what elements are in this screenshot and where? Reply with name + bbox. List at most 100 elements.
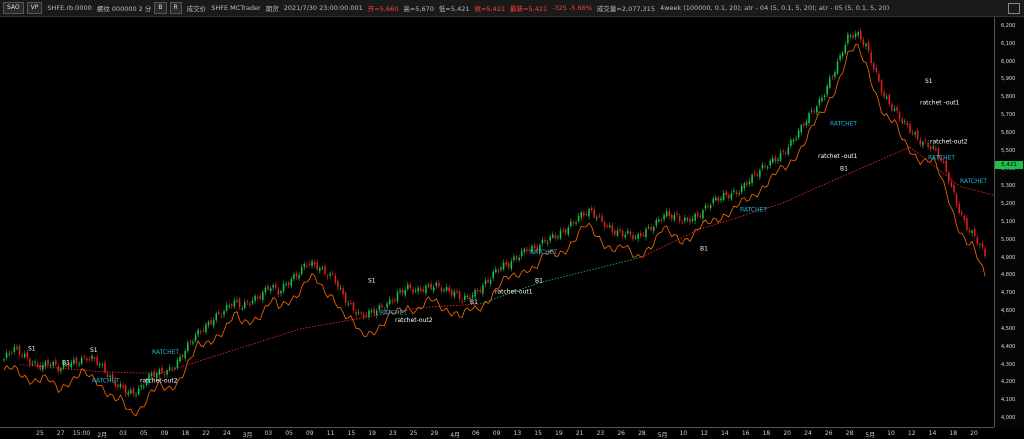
toolbar-button-vp[interactable]: VP <box>26 2 43 14</box>
candle-body <box>414 290 417 292</box>
signal-annotation: RATCHET <box>740 206 767 213</box>
candle-body <box>681 222 683 224</box>
candle-body <box>347 303 350 305</box>
candle-body <box>898 112 901 120</box>
time-axis-label: 25 <box>409 430 418 437</box>
candle-body <box>42 364 44 370</box>
candle-body <box>44 361 47 367</box>
candle-body <box>492 271 495 279</box>
price-axis-label: 5,900 <box>1001 76 1016 83</box>
time-axis-label: 10 <box>679 430 688 437</box>
candle-body <box>932 146 935 149</box>
candle-body <box>580 212 583 218</box>
candle-body <box>668 210 671 216</box>
candle-body <box>862 40 865 45</box>
candle-body <box>753 173 756 175</box>
candle-body <box>212 320 215 326</box>
time-axis-label: 28 <box>638 430 646 437</box>
candle-body <box>546 242 549 244</box>
candle-body <box>363 314 365 318</box>
time-axis[interactable]: 25 27 15:00 2月 03 05 09 18 22 24 3月 03 05 09 11 15 19 23 2… <box>0 427 994 439</box>
candle-body <box>557 236 559 238</box>
candle-body <box>295 273 298 277</box>
candle-body <box>541 239 544 244</box>
candle-body <box>365 315 368 317</box>
trailing-stop-line <box>99 371 161 374</box>
candle-body <box>839 55 841 60</box>
signal-annotation: RATCHET <box>928 155 955 162</box>
candle-body <box>650 226 652 230</box>
toolbar-button-r[interactable]: R <box>169 2 182 14</box>
candle-body <box>140 385 142 388</box>
candle-body <box>583 212 585 216</box>
candle-body <box>551 234 554 238</box>
candle-body <box>738 193 740 195</box>
candle-body <box>254 295 256 301</box>
candle-body <box>562 229 564 231</box>
candle-body <box>849 35 852 37</box>
candle-body <box>277 289 280 295</box>
candle-body <box>611 225 614 232</box>
candle-body <box>971 230 973 234</box>
time-axis-label: 19 <box>368 430 376 437</box>
candle-body <box>699 215 702 217</box>
candle-body <box>205 324 207 333</box>
candle-body <box>132 388 135 395</box>
candle-body <box>282 283 285 292</box>
toolbar-button-b[interactable]: B <box>154 2 167 14</box>
candle-body <box>192 341 194 344</box>
candle-body <box>482 285 484 294</box>
window-maximize-icon[interactable] <box>1008 3 1020 14</box>
candle-body <box>756 174 759 176</box>
candle-body <box>259 296 262 299</box>
candle-body <box>896 107 898 111</box>
price-axis-label: 4,400 <box>1001 343 1016 350</box>
candle-body <box>981 243 984 247</box>
signal-annotation: B1 <box>535 278 543 285</box>
candle-body <box>91 355 93 360</box>
candle-body <box>399 290 401 293</box>
candle-body <box>689 218 691 223</box>
symbol-label[interactable]: SHFE.rb.0000 <box>47 4 91 12</box>
candle-body <box>976 237 979 244</box>
candle-body <box>487 279 489 283</box>
candle-body <box>979 243 981 246</box>
signal-annotation: RATCHET <box>380 310 407 317</box>
candle-body <box>104 362 106 373</box>
time-axis-label: 28 <box>845 430 854 437</box>
time-axis-label: 18 <box>762 430 771 437</box>
price-chart[interactable]: S1B1S1RATCHET ratchet-out2RATCHETS1RATCHE… <box>0 17 994 427</box>
candle-body <box>901 118 904 123</box>
time-axis-label: 05 <box>285 430 293 437</box>
candle-body <box>960 212 963 215</box>
mode-label: 期货 <box>265 5 279 13</box>
candle-body <box>655 220 658 226</box>
signal-annotation: S1 <box>368 278 376 285</box>
candle-body <box>841 53 844 57</box>
candle-body <box>603 222 606 228</box>
candle-body <box>471 295 474 298</box>
trailing-stop-line <box>159 328 301 374</box>
candle-body <box>218 312 220 314</box>
candle-body <box>458 291 461 300</box>
price-axis[interactable]: 6,200 6,100 6,000 5,900 5,800 5,700 5,600 5,500… <box>994 17 1024 427</box>
candle-body <box>474 289 476 297</box>
candle-body <box>619 229 621 232</box>
interval-label: 螺纹 000000 2 分 <box>96 5 152 13</box>
candle-body <box>759 170 761 177</box>
signal-annotation: RATCHET <box>960 178 987 185</box>
candle-body <box>572 221 575 223</box>
toolbar-button-sao[interactable]: SAO <box>3 2 24 14</box>
candle-body <box>590 207 593 211</box>
candle-body <box>339 287 342 289</box>
signal-annotation: B1 <box>470 299 478 306</box>
price-axis-label: 4,200 <box>1001 379 1016 386</box>
candle-body <box>251 300 254 304</box>
chart-header-bar: SAO VP SHFE.rb.0000 螺纹 000000 2 分 B R 成交… <box>0 0 1024 17</box>
candle-body <box>593 209 595 217</box>
candle-body <box>96 357 98 365</box>
candle-body <box>518 257 520 261</box>
candle-body <box>168 367 171 370</box>
candle-body <box>241 308 243 310</box>
candle-body <box>137 388 140 395</box>
